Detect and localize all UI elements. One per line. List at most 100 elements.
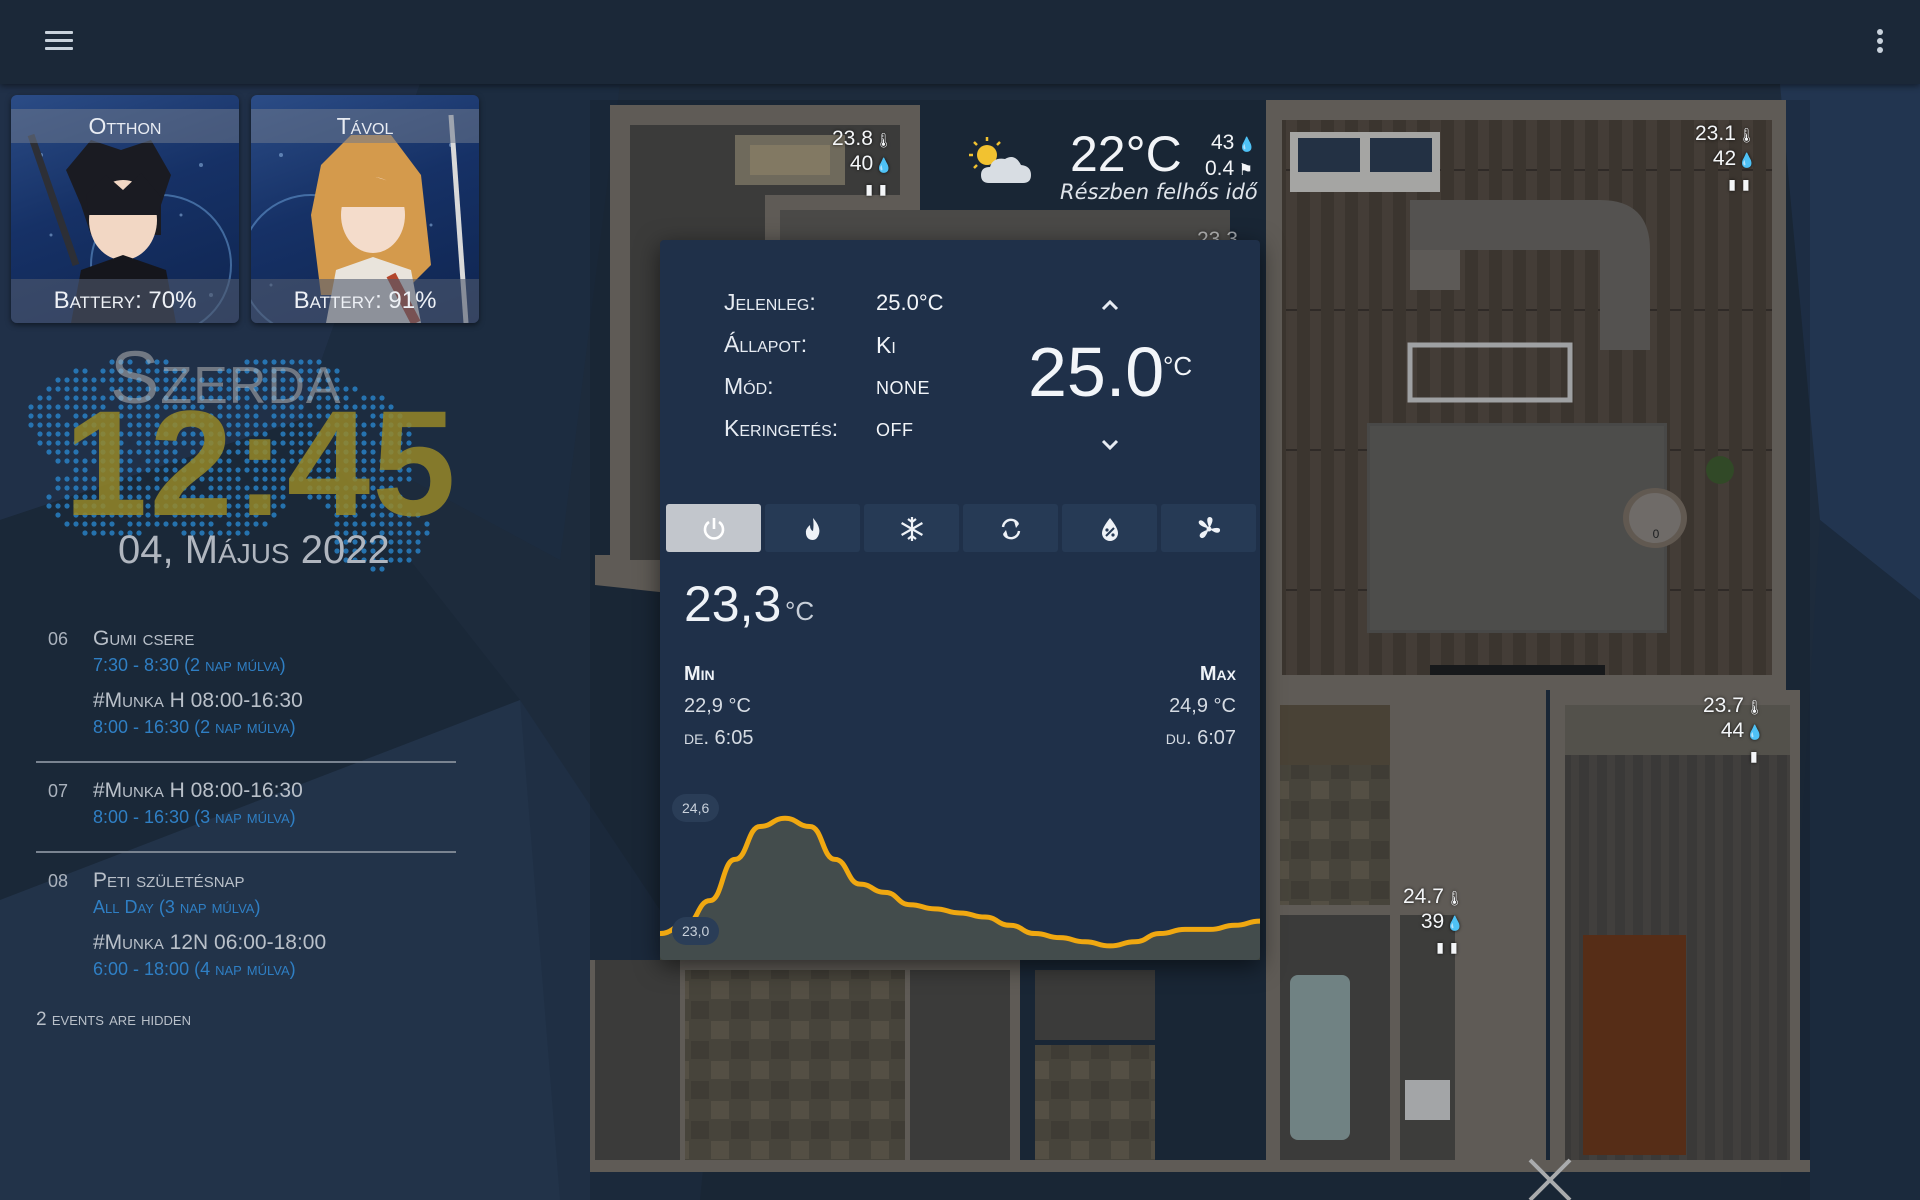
sensor-humidity: 40 [849, 152, 874, 175]
auto-cycle-icon [1001, 518, 1021, 540]
battery-icon: ▮ [1749, 748, 1764, 764]
calendar-day-number: 07 [48, 781, 69, 801]
battery-icon: ▮▮ [1436, 939, 1464, 955]
top-app-bar [0, 0, 1920, 84]
sensor-current-temp: 23,3 [684, 576, 782, 632]
sensor-temperature: 24.7 [1403, 885, 1444, 908]
calendar-day-number: 08 [48, 871, 69, 891]
sensor-room-1[interactable]: 23.8 🌡 40 💧 ▮▮ [832, 127, 893, 201]
max-time: du. 6:07 [1165, 727, 1236, 749]
weather-humidity-value: 43 [1211, 131, 1235, 154]
calendar-list: 06 Gumi csere 7:30 - 8:30 (2 nap múlva) … [36, 625, 456, 1031]
calendar-event[interactable]: Gumi csere 7:30 - 8:30 (2 nap múlva) [93, 625, 456, 677]
calendar-event[interactable]: Peti születésnap All Day (3 nap múlva) [93, 867, 456, 919]
thermo-value-current: 25.0°C [876, 290, 944, 315]
mode-auto-button[interactable] [963, 504, 1058, 552]
calendar-day: 07 #Munka H 08:00-16:30 8:00 - 16:30 (3 … [36, 777, 456, 853]
more-vertical-icon[interactable] [1870, 26, 1890, 60]
thermo-value-state: Ki [876, 332, 896, 358]
wind-flag-icon: ⚑ [1234, 162, 1253, 179]
sensor-room-4[interactable]: 24.7 🌡 39 💧 ▮▮ [1403, 885, 1464, 959]
calendar-event[interactable]: #Munka H 08:00-16:30 8:00 - 16:30 (2 nap… [93, 687, 456, 739]
event-title: Gumi csere [93, 627, 195, 650]
weather-condition: Részben felhős idő [1060, 180, 1258, 204]
weather-temperature: 22°C [1070, 126, 1182, 182]
hamburger-menu-icon[interactable] [40, 26, 78, 58]
max-value: 24,9 °C [1169, 695, 1236, 717]
snowflake-icon [901, 517, 923, 541]
thermostat-card: Jelenleg: 25.0°C Állapot: Ki Mód: none K… [660, 240, 1260, 960]
person-battery: Battery: 70% [11, 279, 239, 323]
humidity-icon: 💧 [1746, 724, 1764, 740]
sensor-room-2[interactable]: 23.1 🌡 42 💧 ▮▮ [1695, 122, 1756, 196]
hvac-mode-buttons [666, 504, 1256, 552]
person-name: Távol [251, 109, 479, 143]
battery-icon: ▮▮ [865, 181, 893, 197]
chevron-up-icon[interactable] [1095, 290, 1125, 320]
sensor-current-unit: °C [785, 596, 815, 626]
sensor-temperature: 23.7 [1703, 694, 1744, 717]
partly-cloudy-icon [969, 137, 1031, 183]
event-title: #Munka 12N 06:00-18:00 [93, 931, 327, 954]
thermo-value-fan: off [876, 420, 914, 440]
person-battery: Battery: 91% [251, 279, 479, 323]
thermo-setpoint-unit: °C [1163, 351, 1193, 381]
sensor-temperature: 23.8 [832, 127, 873, 150]
weather-widget[interactable]: 22°C 43 💧 0.4 ⚑ Részben felhős idő [965, 125, 1265, 210]
thermometer-icon: 🌡 [1745, 699, 1764, 715]
sensor-humidity: 42 [1712, 147, 1737, 170]
event-time: 6:00 - 18:00 (4 nap múlva) [93, 959, 296, 979]
thermo-label-mode: Mód: [724, 373, 774, 399]
person-name: Otthon [11, 109, 239, 143]
thermo-value-mode: none [876, 378, 931, 398]
sensor-humidity: 44 [1720, 719, 1745, 742]
min-time: de. 6:05 [684, 727, 754, 749]
battery-icon: ▮▮ [1728, 176, 1756, 192]
humidity-icon: 💧 [875, 157, 893, 173]
calendar-day: 08 Peti születésnap All Day (3 nap múlva… [36, 867, 456, 1003]
sensor-humidity: 39 [1420, 910, 1445, 933]
humidity-icon: 💧 [1738, 152, 1756, 168]
weather-wind: 0.4 ⚑ [1205, 157, 1253, 181]
calendar-day: 06 Gumi csere 7:30 - 8:30 (2 nap múlva) … [36, 625, 456, 763]
thermo-label-current: Jelenleg: [724, 289, 816, 315]
thermo-label-state: Állapot: [724, 331, 808, 357]
max-label: Max [1199, 663, 1236, 685]
chevron-down-icon[interactable] [1095, 430, 1125, 460]
event-time: 8:00 - 16:30 (2 nap múlva) [93, 717, 296, 737]
fan-icon [1198, 517, 1221, 539]
weather-humidity: 43 💧 [1211, 131, 1256, 155]
event-title: #Munka H 08:00-16:30 [93, 779, 303, 802]
person-card-otthon[interactable]: Otthon Battery: 70% [11, 95, 239, 323]
calendar-event[interactable]: #Munka H 08:00-16:30 8:00 - 16:30 (3 nap… [93, 777, 456, 829]
graph-max-label: 24,6 [672, 794, 720, 822]
mode-heat-button[interactable] [765, 504, 860, 552]
thermo-setpoint: 25.0 [1028, 333, 1165, 411]
power-icon [703, 518, 725, 540]
person-card-tavol[interactable]: Távol Battery: 91% [251, 95, 479, 323]
mode-dry-button[interactable] [1062, 504, 1157, 552]
humidity-icon: 💧 [1234, 136, 1256, 152]
min-value: 22,9 °C [684, 695, 751, 717]
thermometer-icon: 🌡 [1737, 127, 1756, 143]
calendar-event[interactable]: #Munka 12N 06:00-18:00 6:00 - 18:00 (4 n… [93, 929, 456, 981]
clock-time: 12:45 [64, 379, 458, 547]
graph-min-label: 23,0 [672, 917, 720, 945]
event-time: 7:30 - 8:30 (2 nap múlva) [93, 655, 286, 675]
event-title: #Munka H 08:00-16:30 [93, 689, 303, 712]
mode-off-button[interactable] [666, 504, 761, 552]
thermometer-icon: 🌡 [874, 132, 893, 148]
temperature-history-graph[interactable] [660, 780, 1260, 960]
event-title: Peti születésnap [93, 869, 245, 892]
clock-date: 04, Május 2022 [118, 528, 390, 572]
sensor-room-3[interactable]: 23.7 🌡 44 💧 ▮ [1703, 694, 1764, 768]
min-label: Min [684, 663, 715, 685]
mode-fan-button[interactable] [1161, 504, 1256, 552]
thermometer-icon: 🌡 [1445, 890, 1464, 906]
sensor-temperature: 23.1 [1695, 122, 1736, 145]
mode-cool-button[interactable] [864, 504, 959, 552]
event-time: 8:00 - 16:30 (3 nap múlva) [93, 807, 296, 827]
weather-wind-value: 0.4 [1205, 157, 1235, 180]
event-time: All Day (3 nap múlva) [93, 897, 261, 917]
calendar-day-number: 06 [48, 629, 69, 649]
